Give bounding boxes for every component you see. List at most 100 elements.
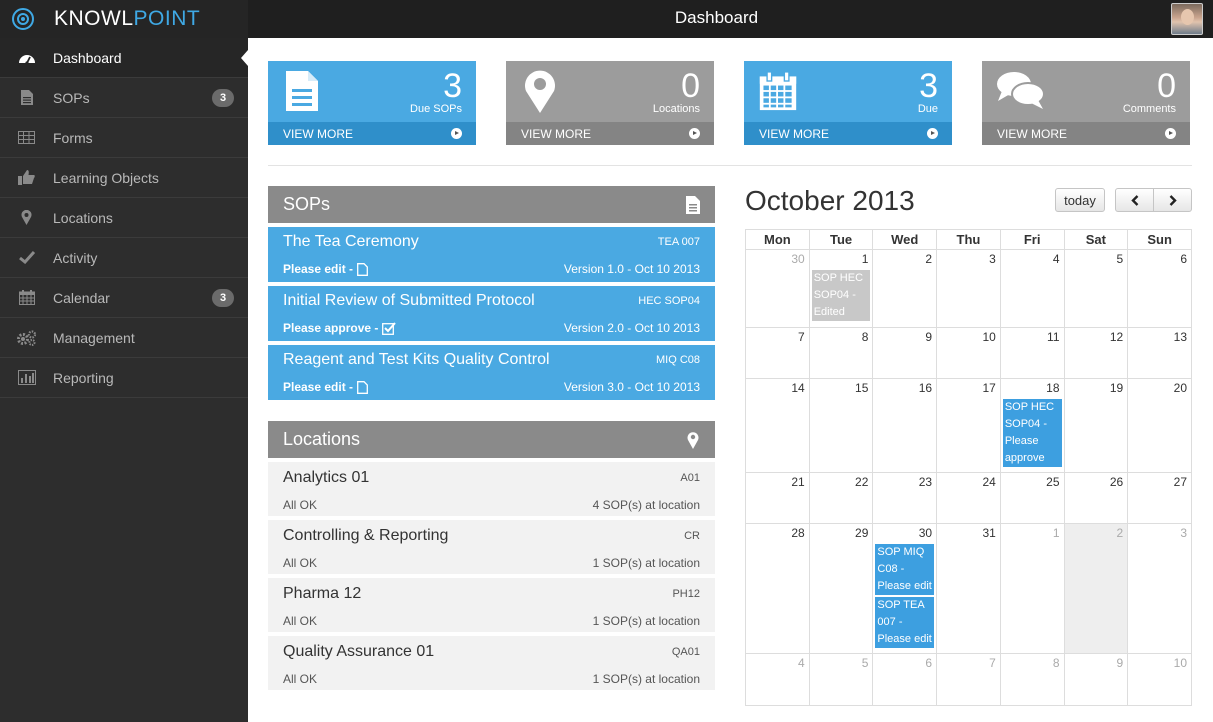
calendar-day[interactable]: 3 bbox=[936, 249, 1001, 328]
brand[interactable]: KNOWLPOINT bbox=[0, 0, 248, 38]
due-calendar-tile[interactable]: 3 Due VIEW MORE bbox=[744, 61, 952, 145]
calendar-day[interactable]: 14 bbox=[745, 378, 810, 473]
calendar-day[interactable]: 17 bbox=[936, 378, 1001, 473]
calendar-day[interactable]: 28 bbox=[745, 523, 810, 654]
location-sop-count: 1 SOP(s) at location bbox=[592, 672, 700, 686]
calendar-day[interactable]: 30 SOP MIQ C08 - Please edit SOP TEA 007 -… bbox=[872, 523, 938, 654]
calendar-day[interactable]: 4 bbox=[745, 653, 810, 706]
sidebar-item-sops[interactable]: SOPs 3 bbox=[0, 78, 248, 118]
calendar-day[interactable]: 23 bbox=[872, 472, 938, 524]
locations-tile[interactable]: 0 Locations VIEW MORE bbox=[506, 61, 714, 145]
prev-month-button[interactable] bbox=[1116, 189, 1153, 211]
calendar-day[interactable]: 20 bbox=[1127, 378, 1192, 473]
calendar-day[interactable]: 27 bbox=[1127, 472, 1192, 524]
day-number: 25 bbox=[1046, 475, 1060, 489]
sops-panel: SOPs The Tea Ceremony TEA 007 Please edi… bbox=[268, 186, 715, 400]
calendar-day[interactable]: 3 bbox=[1127, 523, 1192, 654]
calendar-day[interactable]: 7 bbox=[745, 327, 810, 379]
view-more-link[interactable]: VIEW MORE bbox=[744, 122, 952, 145]
day-number: 4 bbox=[798, 656, 805, 670]
day-number: 13 bbox=[1173, 330, 1187, 344]
calendar-day[interactable]: 31 bbox=[936, 523, 1001, 654]
sop-code: TEA 007 bbox=[657, 236, 700, 248]
day-number: 1 bbox=[861, 252, 869, 266]
sidebar-item-reporting[interactable]: Reporting bbox=[0, 358, 248, 398]
calendar-day[interactable]: 16 bbox=[872, 378, 938, 473]
calendar-day[interactable]: 19 bbox=[1063, 378, 1129, 473]
day-number: 7 bbox=[989, 656, 996, 670]
due-sops-tile[interactable]: 3 Due SOPs VIEW MORE bbox=[268, 61, 476, 145]
sop-item[interactable]: The Tea Ceremony TEA 007 Please edit - V… bbox=[268, 227, 715, 282]
sop-version: Version 3.0 - Oct 10 2013 bbox=[563, 380, 700, 394]
location-item[interactable]: Quality Assurance 01 QA01 All OK 1 SOP(s… bbox=[268, 636, 715, 690]
calendar-week: 21 22 23 24 25 26 27 bbox=[745, 472, 1192, 524]
sop-action-link[interactable]: Please edit - bbox=[283, 262, 368, 276]
calendar-day[interactable]: 13 bbox=[1127, 327, 1192, 379]
calendar-day[interactable]: 11 bbox=[999, 327, 1065, 379]
user-avatar[interactable] bbox=[1171, 3, 1203, 35]
calendar-day[interactable]: 1 bbox=[999, 523, 1065, 654]
calendar-day[interactable]: 29 bbox=[808, 523, 874, 654]
location-item[interactable]: Analytics 01 A01 All OK 4 SOP(s) at loca… bbox=[268, 462, 715, 516]
calendar-day[interactable]: 1 SOP HEC SOP04 - Edited bbox=[808, 249, 874, 328]
sidebar-item-learning-objects[interactable]: Learning Objects bbox=[0, 158, 248, 198]
view-more-link[interactable]: VIEW MORE bbox=[506, 122, 714, 145]
calendar-day[interactable]: 2 bbox=[872, 249, 938, 328]
calendar-icon bbox=[759, 71, 797, 111]
sidebar-item-activity[interactable]: Activity bbox=[0, 238, 248, 278]
calendar-day[interactable]: 22 bbox=[808, 472, 874, 524]
sops-count-badge: 3 bbox=[212, 89, 234, 107]
calendar-day[interactable]: 5 bbox=[1063, 249, 1129, 328]
calendar-day[interactable]: 15 bbox=[808, 378, 874, 473]
sidebar-item-label: Calendar bbox=[53, 289, 110, 306]
sop-code: MIQ C08 bbox=[655, 354, 700, 366]
table-icon bbox=[0, 131, 53, 144]
calendar-day[interactable]: 8 bbox=[999, 653, 1065, 706]
view-more-link[interactable]: VIEW MORE bbox=[982, 122, 1190, 145]
calendar-event[interactable]: SOP HEC SOP04 - Please approve bbox=[1002, 399, 1062, 467]
sidebar-item-label: SOPs bbox=[53, 89, 90, 106]
calendar-day[interactable]: 10 bbox=[1127, 653, 1192, 706]
calendar-day[interactable]: 9 bbox=[872, 327, 938, 379]
page-title: Dashboard bbox=[674, 8, 759, 27]
calendar-event[interactable]: SOP HEC SOP04 - Edited bbox=[811, 270, 871, 321]
location-item[interactable]: Pharma 12 PH12 All OK 1 SOP(s) at locati… bbox=[268, 578, 715, 632]
comments-tile[interactable]: 0 Comments VIEW MORE bbox=[982, 61, 1190, 145]
next-month-button[interactable] bbox=[1153, 189, 1191, 211]
calendar-day[interactable]: 10 bbox=[936, 327, 1001, 379]
brand-name: KNOWLPOINT bbox=[54, 7, 201, 30]
calendar-day[interactable]: 12 bbox=[1063, 327, 1129, 379]
calendar-day[interactable]: 18 SOP HEC SOP04 - Please approve bbox=[999, 378, 1065, 473]
calendar-day[interactable]: 6 bbox=[1127, 249, 1192, 328]
calendar-day[interactable]: 9 bbox=[1063, 653, 1129, 706]
sop-item[interactable]: Reagent and Test Kits Quality Control MI… bbox=[268, 345, 715, 400]
day-number: 20 bbox=[1173, 381, 1187, 395]
calendar-day[interactable]: 5 bbox=[808, 653, 874, 706]
sop-action-link[interactable]: Please edit - bbox=[283, 380, 368, 394]
calendar-day[interactable]: 6 bbox=[872, 653, 938, 706]
sidebar-item-forms[interactable]: Forms bbox=[0, 118, 248, 158]
calendar-day[interactable]: 24 bbox=[936, 472, 1001, 524]
sidebar-item-management[interactable]: Management bbox=[0, 318, 248, 358]
calendar-day[interactable]: 8 bbox=[808, 327, 874, 379]
calendar-day[interactable]: 7 bbox=[936, 653, 1001, 706]
calendar-day[interactable]: 25 bbox=[999, 472, 1065, 524]
today-button[interactable]: today bbox=[1055, 188, 1105, 212]
sidebar-item-dashboard[interactable]: Dashboard bbox=[0, 38, 248, 78]
sop-item[interactable]: Initial Review of Submitted Protocol HEC… bbox=[268, 286, 715, 341]
location-item[interactable]: Controlling & Reporting CR All OK 1 SOP(… bbox=[268, 520, 715, 574]
sop-action-link[interactable]: Please approve - bbox=[283, 321, 397, 335]
calendar-day[interactable]: 2 bbox=[1063, 523, 1129, 654]
location-status: All OK bbox=[283, 672, 318, 686]
view-more-link[interactable]: VIEW MORE bbox=[268, 122, 476, 145]
calendar-day[interactable]: 26 bbox=[1063, 472, 1129, 524]
weekday-sat: Sat bbox=[1063, 229, 1129, 250]
calendar-event[interactable]: SOP MIQ C08 - Please edit bbox=[875, 544, 935, 595]
calendar-day[interactable]: 21 bbox=[745, 472, 810, 524]
calendar-day[interactable]: 4 bbox=[999, 249, 1065, 328]
calendar-day[interactable]: 30 bbox=[745, 249, 810, 328]
calendar-event[interactable]: SOP TEA 007 - Please edit bbox=[875, 597, 935, 648]
sidebar-item-locations[interactable]: Locations bbox=[0, 198, 248, 238]
sops-panel-header: SOPs bbox=[268, 186, 715, 223]
sidebar-item-calendar[interactable]: Calendar 3 bbox=[0, 278, 248, 318]
